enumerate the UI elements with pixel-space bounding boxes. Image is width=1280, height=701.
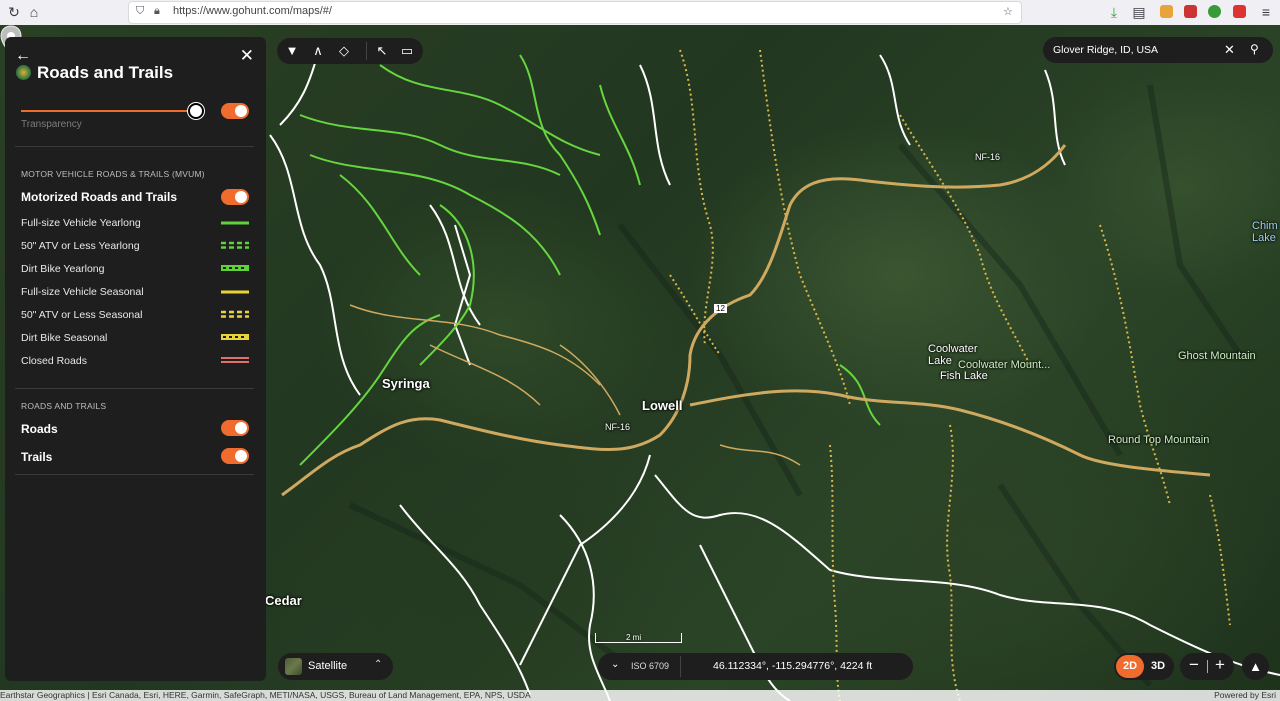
address-bar[interactable]: ⛉ 🔒︎ https://www.gohunt.com/maps/#/ ☆ (128, 1, 1022, 24)
trails-label: Trails (21, 450, 53, 464)
coordinate-format[interactable]: ISO 6709 (631, 661, 669, 671)
bookmark-star-icon[interactable]: ☆ (1003, 5, 1013, 18)
chevron-down-icon[interactable]: ⌄ (611, 659, 619, 670)
layer-toggle[interactable] (221, 103, 249, 119)
transparency-slider-handle[interactable] (188, 103, 204, 119)
panel-title: Roads and Trails (37, 63, 174, 82)
map-label-hwy12: 12 (714, 304, 727, 313)
divider (15, 388, 254, 389)
polygon-tool-icon[interactable]: ◇ (335, 42, 353, 60)
extension-icon-2[interactable] (1184, 5, 1197, 18)
reload-icon[interactable]: ↻ (4, 3, 24, 21)
browser-toolbar: ↻ ⌂ ⛉ 🔒︎ https://www.gohunt.com/maps/#/ … (0, 0, 1280, 26)
legend-label: Dirt Bike Yearlong (21, 263, 105, 275)
divider (15, 474, 254, 475)
toolbar-separator (366, 42, 367, 60)
section-header-mvum: MOTOR VEHICLE ROADS & TRAILS (MVUM) (21, 169, 205, 179)
extension-icon-1[interactable] (1160, 5, 1173, 18)
legend-swatch-dashed-green (221, 241, 249, 249)
coordinate-separator (680, 656, 681, 677)
line-tool-icon[interactable]: ∧ (309, 42, 327, 60)
roads-toggle[interactable] (221, 420, 249, 436)
lock-icon: 🔒︎ (154, 5, 160, 17)
layer-panel: ← ✕ Roads and Trails Transparency MOTOR … (5, 37, 266, 681)
view-mode-toggle: 2D 3D (1114, 653, 1174, 680)
section-header-roads-trails: ROADS AND TRAILS (21, 401, 107, 411)
map-label-lake-edge: Chim Lake (1252, 220, 1278, 244)
transparency-label: Transparency (21, 119, 82, 130)
map-label-round-top-mountain: Round Top Mountain (1108, 434, 1210, 446)
chevron-up-icon: ⌃ (374, 659, 383, 670)
legend-label: Full-size Vehicle Yearlong (21, 217, 141, 229)
url-text: https://www.gohunt.com/maps/#/ (173, 5, 332, 17)
menu-icon[interactable]: ≡ (1256, 3, 1276, 21)
powered-by-esri[interactable]: Powered by Esri (1214, 690, 1276, 701)
usfs-logo-icon (16, 65, 31, 80)
compass-north-icon[interactable]: ▲ (1242, 653, 1269, 680)
map-label-nf16-b: NF-16 (975, 152, 1001, 162)
legend-label: Full-size Vehicle Seasonal (21, 286, 144, 298)
map-label-nf16-a: NF-16 (605, 422, 631, 432)
transparency-slider[interactable] (21, 110, 195, 112)
divider (15, 146, 254, 147)
cursor-select-icon[interactable]: ↖ (373, 42, 391, 60)
map-label-fish-lake: Fish Lake (940, 370, 988, 382)
zoom-control: − + (1180, 653, 1234, 680)
home-icon[interactable]: ⌂ (24, 3, 44, 21)
basemap-label: Satellite (308, 660, 348, 672)
view-3d-button[interactable]: 3D (1144, 655, 1172, 678)
motorized-roads-toggle[interactable] (221, 189, 249, 205)
extension-icon-4[interactable] (1233, 5, 1246, 18)
map-tools-toolbar: ▼ ∧ ◇ ↖ ▭ (277, 38, 423, 64)
download-icon[interactable]: ⤓ (1104, 3, 1124, 21)
legend-swatch-solid-yellow (221, 290, 249, 294)
close-icon[interactable]: ✕ (240, 46, 254, 66)
back-arrow-icon[interactable]: ← (15, 47, 31, 65)
reader-icon[interactable]: ▤ (1129, 3, 1149, 21)
coordinate-readout: ⌄ ISO 6709 46.112334°, -115.294776°, 422… (598, 653, 913, 680)
measure-ruler-icon[interactable]: ▭ (398, 42, 416, 60)
coordinate-value: 46.112334°, -115.294776°, 4224 ft (713, 660, 873, 672)
zoom-separator (1207, 660, 1208, 673)
zoom-in-button[interactable]: + (1211, 655, 1229, 675)
satellite-thumbnail-icon (285, 658, 302, 675)
view-2d-button[interactable]: 2D (1116, 655, 1144, 678)
map-label-lowell: Lowell (642, 398, 683, 413)
search-icon[interactable]: ⚲ (1250, 42, 1259, 56)
map-label-cedar: Cedar (265, 593, 302, 608)
extension-icon-3[interactable] (1208, 5, 1221, 18)
roads-label: Roads (21, 422, 58, 436)
location-search[interactable]: Glover Ridge, ID, USA ✕ ⚲ (1043, 37, 1273, 63)
legend-label: Dirt Bike Seasonal (21, 332, 108, 344)
shield-icon: ⛉ (136, 5, 145, 17)
zoom-out-button[interactable]: − (1185, 655, 1203, 675)
map-label-ghost-mountain: Ghost Mountain (1178, 350, 1256, 362)
legend-label: Closed Roads (21, 355, 87, 367)
attribution-text: Earthstar Geographics | Esri Canada, Esr… (0, 690, 531, 700)
legend-swatch-solid-green (221, 221, 249, 225)
legend-swatch-dashed-yellow (221, 310, 249, 318)
scale-label: 2 mi (626, 633, 642, 642)
basemap-selector[interactable]: Satellite ⌃ (278, 653, 393, 680)
map-attribution: Earthstar Geographics | Esri Canada, Esr… (0, 690, 1280, 701)
clear-search-icon[interactable]: ✕ (1224, 42, 1235, 58)
legend-swatch-closed-red (221, 357, 249, 363)
motorized-roads-label: Motorized Roads and Trails (21, 190, 178, 204)
legend-label: 50" ATV or Less Yearlong (21, 240, 140, 252)
legend-label: 50" ATV or Less Seasonal (21, 309, 143, 321)
waypoint-pin-icon[interactable]: ▼ (283, 42, 301, 60)
trails-toggle[interactable] (221, 448, 249, 464)
map-label-syringa: Syringa (382, 376, 430, 391)
legend-swatch-dotted-yellow (221, 334, 249, 340)
legend-swatch-dotted-green (221, 265, 249, 271)
search-input[interactable]: Glover Ridge, ID, USA (1053, 44, 1158, 56)
